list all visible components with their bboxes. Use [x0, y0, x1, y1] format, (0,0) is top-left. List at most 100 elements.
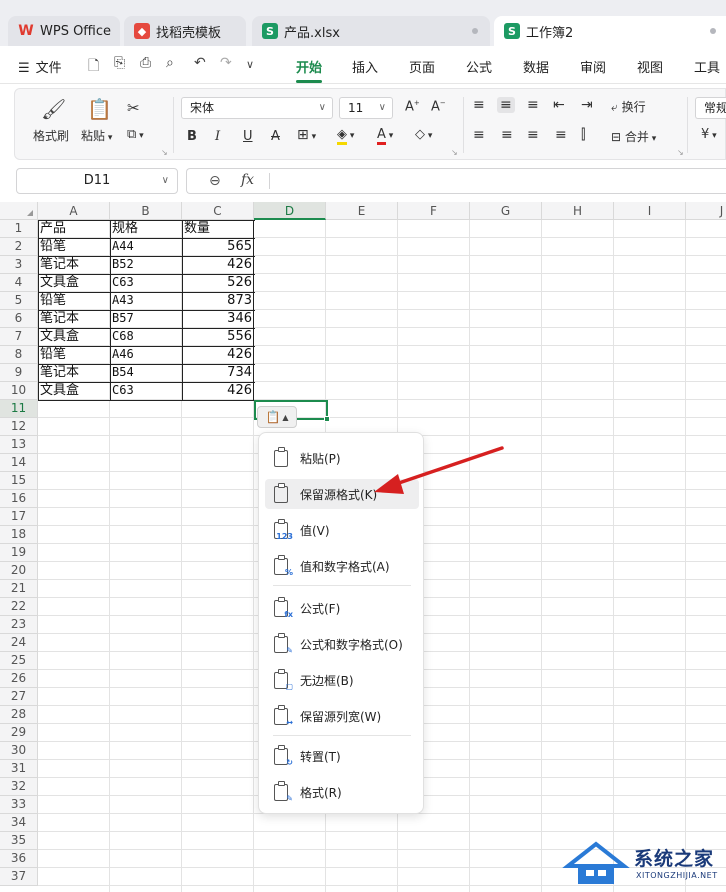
row-header-30[interactable]: 30: [0, 742, 38, 760]
row-header-21[interactable]: 21: [0, 580, 38, 598]
column-header-b[interactable]: B: [110, 202, 182, 220]
row-header-37[interactable]: 37: [0, 868, 38, 886]
tab-product-xlsx[interactable]: S 产品.xlsx: [252, 16, 490, 46]
cell-c6[interactable]: 346: [182, 310, 254, 328]
cell-a4[interactable]: 文具盒: [38, 274, 110, 292]
row-header-10[interactable]: 10: [0, 382, 38, 400]
insert-function-icon[interactable]: fx: [241, 172, 254, 188]
menu-tab-formula[interactable]: 公式: [466, 57, 492, 76]
row-header-19[interactable]: 19: [0, 544, 38, 562]
menu-tab-review[interactable]: 审阅: [580, 57, 606, 76]
row-header-34[interactable]: 34: [0, 814, 38, 832]
tab-wps-office[interactable]: W WPS Office: [8, 16, 120, 46]
cell-c7[interactable]: 556: [182, 328, 254, 346]
font-size-combo[interactable]: 11 ∨: [339, 97, 393, 119]
increase-indent-icon[interactable]: ⇥: [581, 97, 593, 113]
increase-font-icon[interactable]: A+: [405, 99, 420, 114]
bold-button[interactable]: B: [187, 129, 197, 144]
number-format-combo[interactable]: 常规: [695, 97, 726, 119]
cell-c1[interactable]: 数量: [182, 220, 254, 238]
format-painter-icon[interactable]: 🖌: [41, 97, 66, 121]
row-header-15[interactable]: 15: [0, 472, 38, 490]
cell-a5[interactable]: 铅笔: [38, 292, 110, 310]
fill-color-icon[interactable]: ◈ ▾: [337, 127, 354, 145]
column-header-h[interactable]: H: [542, 202, 614, 220]
currency-button[interactable]: ¥ ▾: [701, 127, 717, 142]
tab-close-dot[interactable]: [710, 28, 716, 34]
menu-tab-start[interactable]: 开始: [296, 57, 322, 76]
row-header-12[interactable]: 12: [0, 418, 38, 436]
menu-tab-data[interactable]: 数据: [523, 57, 549, 76]
italic-button[interactable]: I: [215, 129, 220, 144]
zoom-formula-icon[interactable]: ⊖: [209, 173, 221, 189]
row-header-4[interactable]: 4: [0, 274, 38, 292]
cell-b6[interactable]: B57: [110, 310, 182, 328]
paste-menu-item-3[interactable]: % 值和数字格式(A): [265, 551, 419, 581]
row-header-20[interactable]: 20: [0, 562, 38, 580]
formula-input[interactable]: ⊖ fx: [186, 168, 726, 194]
paste-label[interactable]: 粘贴 ▾: [81, 127, 112, 144]
row-header-22[interactable]: 22: [0, 598, 38, 616]
select-all-corner[interactable]: [0, 202, 38, 220]
align-top-icon[interactable]: ≡: [473, 97, 485, 113]
cell-b2[interactable]: A44: [110, 238, 182, 256]
menu-tab-page[interactable]: 页面: [409, 57, 435, 76]
cell-a9[interactable]: 笔记本: [38, 364, 110, 382]
format-painter-label[interactable]: 格式刷: [33, 127, 69, 144]
cell-a7[interactable]: 文具盒: [38, 328, 110, 346]
cell-a3[interactable]: 笔记本: [38, 256, 110, 274]
cell-b1[interactable]: 规格: [110, 220, 182, 238]
row-header-6[interactable]: 6: [0, 310, 38, 328]
align-left-icon[interactable]: ≡: [473, 127, 485, 143]
wrap-text-button[interactable]: ⤶ 换行: [611, 98, 646, 115]
row-header-17[interactable]: 17: [0, 508, 38, 526]
print-preview-icon[interactable]: ⌕: [166, 55, 174, 71]
row-header-2[interactable]: 2: [0, 238, 38, 256]
font-color-icon[interactable]: A ▾: [377, 127, 393, 145]
cell-a8[interactable]: 铅笔: [38, 346, 110, 364]
clipboard-dialog-launcher-icon[interactable]: ↘: [161, 148, 168, 157]
cell-b8[interactable]: A46: [110, 346, 182, 364]
strikethrough-button[interactable]: A: [271, 129, 280, 144]
row-header-26[interactable]: 26: [0, 670, 38, 688]
row-header-18[interactable]: 18: [0, 526, 38, 544]
decrease-indent-icon[interactable]: ⇤: [553, 97, 565, 113]
align-right-icon[interactable]: ≡: [527, 127, 539, 143]
align-bottom-icon[interactable]: ≡: [527, 97, 539, 113]
paste-menu-item-9[interactable]: ✎ 格式(R): [265, 777, 419, 807]
row-header-25[interactable]: 25: [0, 652, 38, 670]
column-header-e[interactable]: E: [326, 202, 398, 220]
print-icon[interactable]: ⎙: [140, 55, 151, 71]
justify-icon[interactable]: ≡: [555, 127, 567, 143]
cell-a1[interactable]: 产品: [38, 220, 110, 238]
row-header-27[interactable]: 27: [0, 688, 38, 706]
undo-icon[interactable]: ↶: [194, 55, 206, 71]
column-header-a[interactable]: A: [38, 202, 110, 220]
paste-menu-item-6[interactable]: ▢ 无边框(B): [265, 665, 419, 695]
cell-c2[interactable]: 565: [182, 238, 254, 256]
row-header-8[interactable]: 8: [0, 346, 38, 364]
row-header-29[interactable]: 29: [0, 724, 38, 742]
export-icon[interactable]: ⎘: [114, 55, 125, 71]
underline-button[interactable]: U: [243, 129, 253, 144]
tab-workbook2[interactable]: S 工作簿2: [494, 16, 726, 46]
row-header-33[interactable]: 33: [0, 796, 38, 814]
row-header-23[interactable]: 23: [0, 616, 38, 634]
paste-menu-item-7[interactable]: ↔ 保留源列宽(W): [265, 701, 419, 731]
cell-b5[interactable]: A43: [110, 292, 182, 310]
decrease-font-icon[interactable]: A−: [431, 99, 446, 114]
cell-c3[interactable]: 426: [182, 256, 254, 274]
cell-b7[interactable]: C68: [110, 328, 182, 346]
menu-tab-view[interactable]: 视图: [637, 57, 663, 76]
menu-tab-insert[interactable]: 插入: [352, 57, 378, 76]
cell-a6[interactable]: 笔记本: [38, 310, 110, 328]
menu-tab-tools[interactable]: 工具: [694, 57, 720, 76]
paste-icon[interactable]: 📋: [87, 97, 112, 121]
alignment-dialog-launcher-icon[interactable]: ↘: [677, 148, 684, 157]
copy-icon[interactable]: ⧉ ▾: [127, 127, 144, 142]
paste-options-button[interactable]: 📋 ▲: [257, 406, 297, 428]
paste-menu-item-5[interactable]: ✎ 公式和数字格式(O): [265, 629, 419, 659]
font-name-combo[interactable]: 宋体 ∨: [181, 97, 333, 119]
merge-button[interactable]: ⊟ 合并 ▾: [611, 128, 656, 145]
cell-c5[interactable]: 873: [182, 292, 254, 310]
